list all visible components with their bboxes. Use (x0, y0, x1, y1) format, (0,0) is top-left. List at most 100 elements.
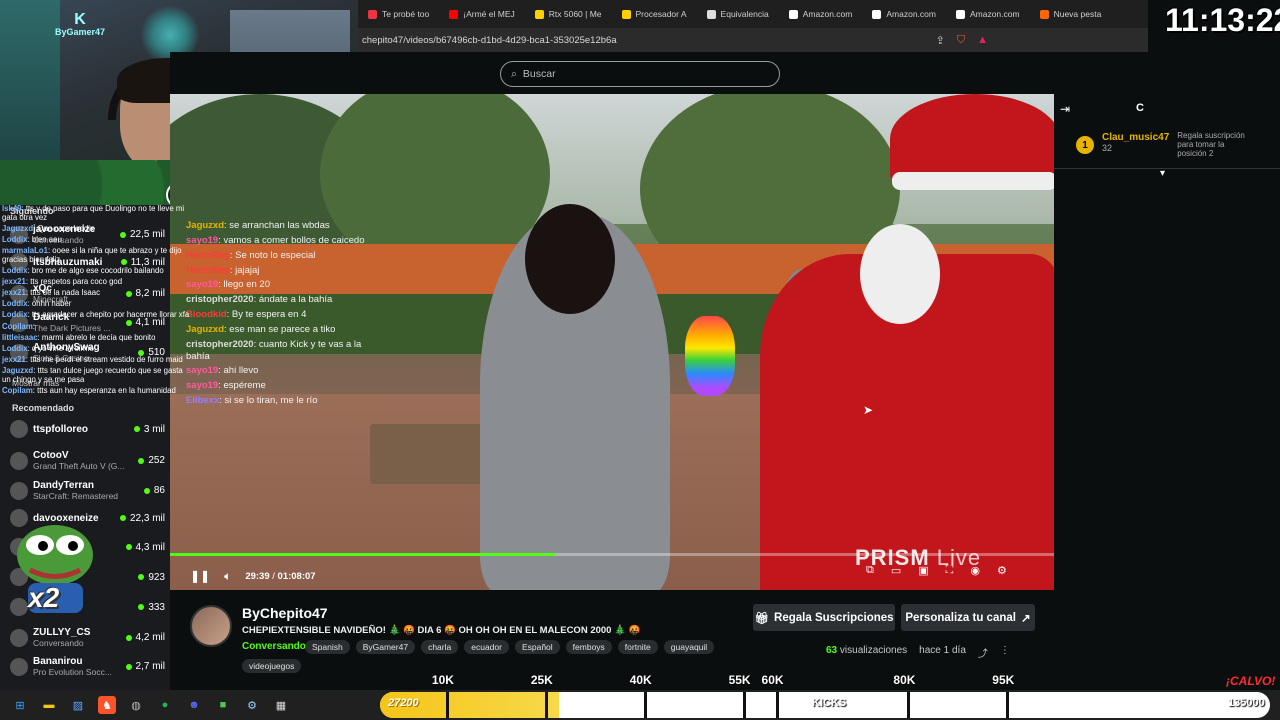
live-dot-icon (138, 574, 145, 580)
share-icon[interactable]: ⤴ (978, 645, 988, 660)
channel-name[interactable]: ByChepito47 (242, 605, 328, 621)
browser-tab[interactable]: Rtx 5060 | Me (525, 0, 612, 28)
channel-avatar[interactable] (190, 605, 232, 647)
photos-icon[interactable]: ▨ (69, 696, 87, 714)
browser-tab[interactable]: Amazon.com (779, 0, 863, 28)
overlay-chat-message: sayo19: espéreme (186, 380, 386, 392)
live-dot-icon (125, 634, 132, 641)
tab-label: Nueva pesta (1053, 9, 1102, 19)
video-rainbow-toy (685, 316, 735, 396)
calvo-goal-label: ¡CALVO! (1226, 674, 1276, 688)
video-progress-fill (170, 553, 555, 556)
browser-tab[interactable]: Procesador A (612, 0, 697, 28)
minecraft-icon[interactable]: ■ (214, 696, 232, 714)
viewer-count: 252 (138, 455, 165, 466)
expand-chevron-icon[interactable]: ▾ (1160, 168, 1165, 179)
viewer-count: 3 mil (133, 424, 165, 435)
more-options-icon[interactable]: ⋮ (1000, 645, 1010, 660)
browser-tab[interactable]: Amazon.com (946, 0, 1030, 28)
chat-text: : vamos a comer bollos de caicedo (218, 234, 365, 246)
settings-gear-icon[interactable]: ⚙ (997, 564, 1007, 577)
tag-pill[interactable]: ByGamer47 (355, 640, 416, 654)
tag-pill[interactable]: videojuegos (242, 659, 302, 673)
chat-text: : llego en 20 (218, 279, 270, 291)
video-santa-hat-trim (892, 172, 1054, 190)
address-bar[interactable]: chepito47/videos/b67496cb-d1bd-4d29-bca1… (358, 28, 1148, 52)
top-gifter-name[interactable]: Clau_music47 (1102, 132, 1169, 143)
browser-tab[interactable]: Te probé too (358, 0, 439, 28)
sidebar-chat-message: littleisaac: marmi abrelo le decía que b… (2, 333, 192, 343)
chat-text: : tts agradecer a chepito por hacerme ll… (27, 310, 190, 320)
kicks-milestone-tick (445, 692, 449, 718)
tag-pill[interactable]: femboys (565, 640, 612, 654)
kicks-milestone-label: 25K (530, 673, 553, 687)
brave-rewards-icon[interactable]: ▲ (977, 34, 988, 47)
divider (1054, 168, 1280, 169)
overlay-chat-message: cristopher2020: ándate a la bahía (186, 294, 386, 306)
sidebar-channel[interactable]: ZULLYY_CS Conversando 4,2 mil (10, 627, 165, 648)
fullscreen-icon[interactable]: ⛶ (946, 564, 954, 577)
tag-pill[interactable]: charla (421, 640, 459, 654)
browser-tab[interactable]: Amazon.com (862, 0, 946, 28)
sidebar-chat-message: Loddix: tts agradecer a chepito por hace… (2, 311, 192, 320)
browser-tab[interactable]: Equivalencia (697, 0, 779, 28)
search-input[interactable]: ⌕ Buscar (500, 61, 780, 87)
chat-username: Loddix (2, 343, 28, 353)
overlay-chat-message: Jaguzxd: ese man se parece a tiko (186, 324, 386, 336)
clip-icon[interactable]: ⧉ (866, 564, 874, 577)
gift-subs-button[interactable]: 🎁︎ Regala Suscripciones (753, 604, 895, 631)
customize-channel-button[interactable]: Personaliza tu canal ↗ (901, 604, 1035, 631)
chat-username: jexx21 (2, 276, 26, 286)
sidebar-channel[interactable]: CotooV Grand Theft Auto V (G... 252 (10, 450, 165, 471)
category-link[interactable]: Conversando (242, 641, 306, 652)
viewer-count: 333 (138, 602, 165, 613)
tag-pill[interactable]: Español (514, 640, 560, 654)
sidebar-chat-message: Loddix: ohhh haber (2, 299, 192, 309)
search-icon: ⌕ (511, 67, 517, 80)
pause-icon[interactable]: ❚❚ (190, 569, 210, 583)
tab-label: Procesador A (635, 9, 687, 19)
chat-username: Bloodkid (186, 309, 227, 321)
collapse-chat-icon[interactable]: ⇥ (1060, 102, 1070, 116)
live-dot-icon (125, 544, 132, 550)
chat-header-letter: C (1136, 102, 1144, 114)
calculator-icon[interactable]: ▦ (272, 696, 290, 714)
theater-icon[interactable]: ▭ (891, 564, 901, 577)
spotify-icon[interactable]: ● (156, 696, 174, 714)
sidebar-chat-message: Loddix: bro me de algo ese cocodrilo bai… (2, 266, 192, 276)
obs-icon[interactable]: ◍ (127, 696, 145, 714)
kicks-milestone-label: 80K (893, 673, 916, 687)
sidebar-chat-message: Jaguzxd: ttts tan dulce juego recuerdo q… (2, 366, 192, 384)
brave-browser-icon[interactable]: ♞ (98, 696, 116, 714)
file-explorer-icon[interactable]: ▬ (40, 696, 58, 714)
kicks-milestone-tick (742, 692, 746, 718)
chat-text: : ándate a la bahía (253, 294, 333, 306)
kicks-milestone-label: 95K (992, 673, 1015, 687)
chat-username: HectoRey (186, 264, 230, 276)
chat-username: cristopher2020 (186, 338, 254, 350)
video-meta: 63 visualizaciones hace 1 día ⤴ ⋮ (826, 645, 1010, 660)
tab-label: Te probé too (382, 9, 430, 19)
tag-pill[interactable]: Spanish (305, 640, 350, 654)
volume-icon[interactable]: 🔈︎ (224, 569, 231, 584)
chat-username: Copilam (2, 385, 33, 395)
sidebar-channel-name: ZULLYY_CS (33, 627, 91, 638)
overlay-chat-message: HectoRey: Se noto lo especial (186, 250, 386, 262)
sidebar-channel[interactable]: Bananirou Pro Evolution Socc... 2,7 mil (10, 656, 165, 677)
tag-pill[interactable]: fortnite (617, 640, 658, 654)
speed-icon[interactable]: ◉ (970, 564, 980, 577)
tag-pill[interactable]: guayaquil (663, 640, 715, 654)
tag-pill[interactable]: ecuador (464, 640, 509, 654)
discord-icon[interactable]: ☻ (185, 696, 203, 714)
windows-start-icon[interactable]: ⊞ (11, 696, 29, 714)
sidebar-channel-name: DandyTerran (33, 480, 94, 491)
browser-tab[interactable]: ¡Armé el MEJ (439, 0, 524, 28)
pip-icon[interactable]: ▣ (918, 564, 928, 577)
share-icon[interactable]: ⇪ (936, 34, 945, 47)
sidebar-channel[interactable]: DandyTerran StarCraft: Remastered 86 (10, 480, 165, 501)
steam-icon[interactable]: ⚙ (243, 696, 261, 714)
brave-shield-icon[interactable]: ⛉ (957, 34, 965, 47)
browser-tab[interactable]: Nueva pesta (1030, 0, 1112, 28)
sidebar-channel[interactable]: ttspfolloreo 3 mil (10, 420, 165, 438)
video-santa-beard (860, 224, 940, 324)
